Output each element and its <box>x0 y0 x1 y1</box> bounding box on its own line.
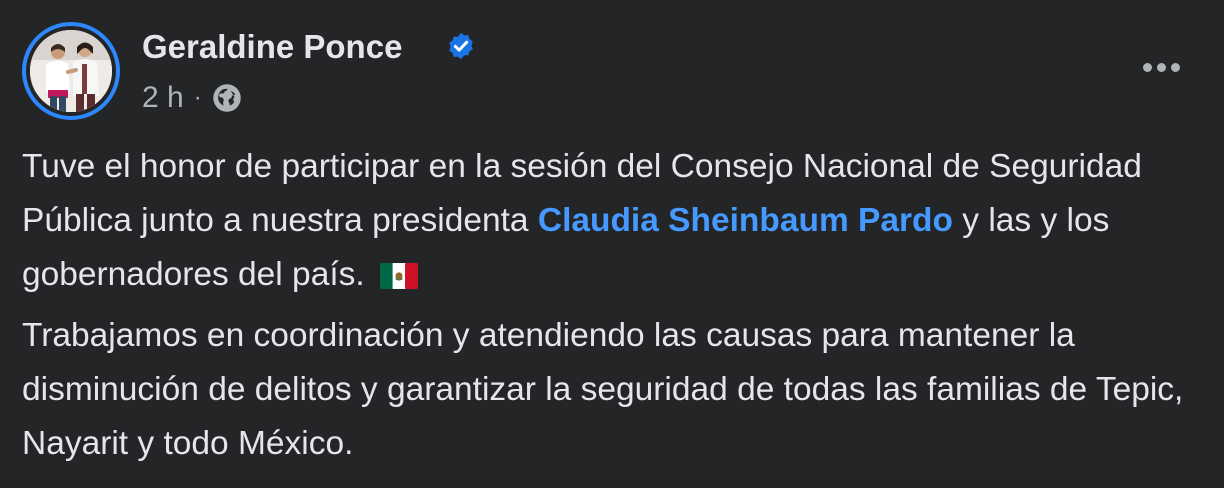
post-paragraph-1: Tuve el honor de participar en la sesión… <box>22 140 1202 302</box>
post-timestamp[interactable]: 2 h <box>142 81 184 115</box>
meta-separator: · <box>193 84 202 111</box>
profile-photo <box>30 30 112 112</box>
post-meta: 2 h · <box>142 80 242 116</box>
more-options-icon-dot <box>1170 62 1180 72</box>
author-name[interactable]: Geraldine Ponce <box>142 28 402 66</box>
more-options-button[interactable] <box>1138 50 1184 84</box>
verified-badge-icon <box>449 32 473 60</box>
more-options-icon <box>1142 62 1152 72</box>
profile-photo-illustration <box>30 30 112 112</box>
facebook-post: Geraldine Ponce 2 h · Tuve el honor de p… <box>0 0 1224 488</box>
globe-icon[interactable] <box>212 83 242 113</box>
mexico-flag-emoji <box>380 263 418 289</box>
author-avatar[interactable] <box>22 22 120 120</box>
more-options-icon-dot <box>1156 62 1166 72</box>
post-paragraph-2: Trabajamos en coordinación y atendiendo … <box>22 317 1184 462</box>
mention-link[interactable]: Claudia Sheinbaum Pardo <box>538 202 953 239</box>
